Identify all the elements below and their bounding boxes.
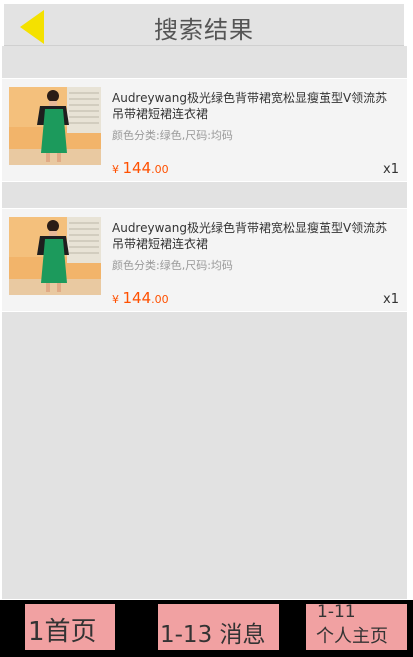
item-price: ¥ 144.00: [112, 159, 169, 177]
tab-home-label: 1首页: [28, 617, 97, 647]
item-spec: 颜色分类:绿色,尺码:均码: [112, 259, 233, 272]
product-image[interactable]: [9, 217, 101, 295]
header-bar: 搜索结果: [4, 4, 404, 46]
list-item[interactable]: Audreywang极光绿色背带裙宽松显瘦茧型V领流苏吊带裙短裙连衣裙 颜色分类…: [2, 78, 407, 182]
currency-symbol: ¥: [112, 293, 119, 306]
tab-profile-label: 个人主页: [316, 626, 388, 647]
item-price: ¥ 144.00: [112, 289, 169, 307]
tab-messages-label: 1-13 消息: [160, 622, 266, 648]
tab-profile[interactable]: 1-11 个人主页: [306, 602, 407, 650]
currency-symbol: ¥: [112, 163, 119, 176]
item-spec: 颜色分类:绿色,尺码:均码: [112, 129, 233, 142]
item-quantity: x1: [383, 292, 399, 307]
product-image[interactable]: [9, 87, 101, 165]
price-integer: 144: [122, 289, 152, 307]
page-title: 搜索结果: [154, 16, 254, 44]
price-integer: 144: [122, 159, 152, 177]
item-title[interactable]: Audreywang极光绿色背带裙宽松显瘦茧型V领流苏吊带裙短裙连衣裙: [112, 90, 394, 122]
tab-messages[interactable]: 1-13 消息: [158, 604, 279, 650]
price-decimal: .00: [151, 163, 169, 176]
tab-home[interactable]: 1首页: [25, 604, 115, 650]
item-title[interactable]: Audreywang极光绿色背带裙宽松显瘦茧型V领流苏吊带裙短裙连衣裙: [112, 220, 394, 252]
tab-profile-number: 1-11: [317, 602, 356, 622]
item-quantity: x1: [383, 162, 399, 177]
results-list: Audreywang极光绿色背带裙宽松显瘦茧型V领流苏吊带裙短裙连衣裙 颜色分类…: [2, 46, 407, 599]
screen: 搜索结果 Audreywang极光绿色背带裙宽松显瘦茧型V领流苏吊带裙短裙连衣裙…: [0, 0, 413, 657]
list-item[interactable]: Audreywang极光绿色背带裙宽松显瘦茧型V领流苏吊带裙短裙连衣裙 颜色分类…: [2, 208, 407, 312]
bottom-tab-bar: 1首页 1-13 消息 1-11 个人主页: [0, 600, 413, 657]
price-decimal: .00: [151, 293, 169, 306]
